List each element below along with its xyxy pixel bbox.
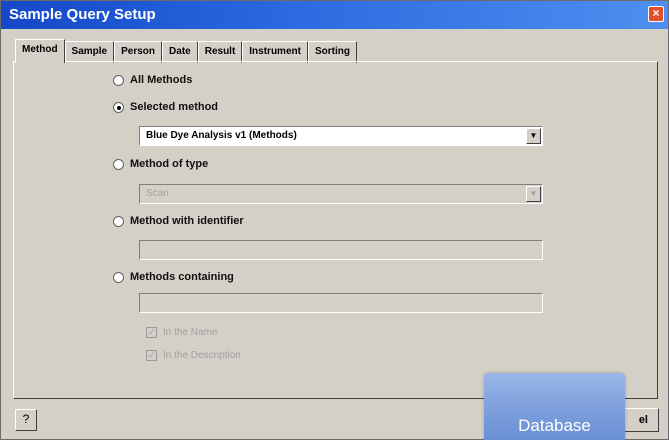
selected-method-dropdown[interactable]: Blue Dye Analysis v1 (Methods) ▼	[139, 126, 543, 146]
in-name-label: In the Name	[163, 327, 218, 338]
tab-date[interactable]: Date	[162, 41, 198, 63]
methods-containing-radio[interactable]	[113, 271, 124, 283]
all-methods-label: All Methods	[130, 74, 193, 86]
in-description-label: In the Description	[163, 350, 241, 361]
method-of-type-option[interactable]: Method of type	[113, 158, 208, 170]
tab-strip: Method Sample Person Date Result Instrum…	[15, 39, 357, 63]
in-description-checkbox-row[interactable]: ✓ In the Description	[146, 350, 241, 361]
help-icon: ?	[22, 412, 30, 426]
method-of-type-label: Method of type	[130, 158, 209, 170]
selected-method-label: Selected method	[130, 101, 219, 113]
help-button[interactable]: ?	[15, 409, 37, 431]
methods-containing-label: Methods containing	[130, 271, 234, 283]
selected-method-option[interactable]: Selected method	[113, 101, 218, 113]
close-button[interactable]: ×	[648, 6, 664, 22]
method-type-value: Scan	[146, 188, 169, 199]
method-with-identifier-label: Method with identifier	[130, 215, 244, 227]
selected-method-radio[interactable]	[113, 101, 124, 113]
method-tab-panel	[13, 61, 658, 399]
tab-method[interactable]: Method	[15, 39, 65, 63]
database-badge: Database	[484, 373, 625, 440]
tab-instrument[interactable]: Instrument	[242, 41, 308, 63]
methods-containing-option[interactable]: Methods containing	[113, 271, 234, 283]
containing-input[interactable]	[139, 293, 543, 313]
method-of-type-radio[interactable]	[113, 158, 124, 170]
in-name-checkbox-row[interactable]: ✓ In the Name	[146, 327, 217, 338]
method-with-identifier-radio[interactable]	[113, 215, 124, 227]
tab-sample[interactable]: Sample	[64, 41, 115, 63]
tab-sorting[interactable]: Sorting	[307, 41, 357, 63]
method-type-dropdown[interactable]: Scan ▼	[139, 184, 543, 204]
all-methods-option[interactable]: All Methods	[113, 74, 192, 86]
all-methods-radio[interactable]	[113, 74, 124, 86]
title-bar[interactable]: Sample Query Setup ×	[1, 1, 668, 29]
window-title: Sample Query Setup	[9, 6, 156, 23]
tab-person[interactable]: Person	[114, 41, 163, 63]
tab-result[interactable]: Result	[197, 41, 243, 63]
in-name-checkbox[interactable]: ✓	[146, 327, 157, 338]
chevron-down-icon[interactable]: ▼	[526, 186, 541, 202]
identifier-input[interactable]	[139, 240, 543, 260]
method-with-identifier-option[interactable]: Method with identifier	[113, 215, 244, 227]
selected-method-value: Blue Dye Analysis v1 (Methods)	[146, 130, 297, 141]
in-description-checkbox[interactable]: ✓	[146, 350, 157, 361]
chevron-down-icon[interactable]: ▼	[526, 128, 541, 144]
database-badge-label: Database	[518, 416, 591, 435]
